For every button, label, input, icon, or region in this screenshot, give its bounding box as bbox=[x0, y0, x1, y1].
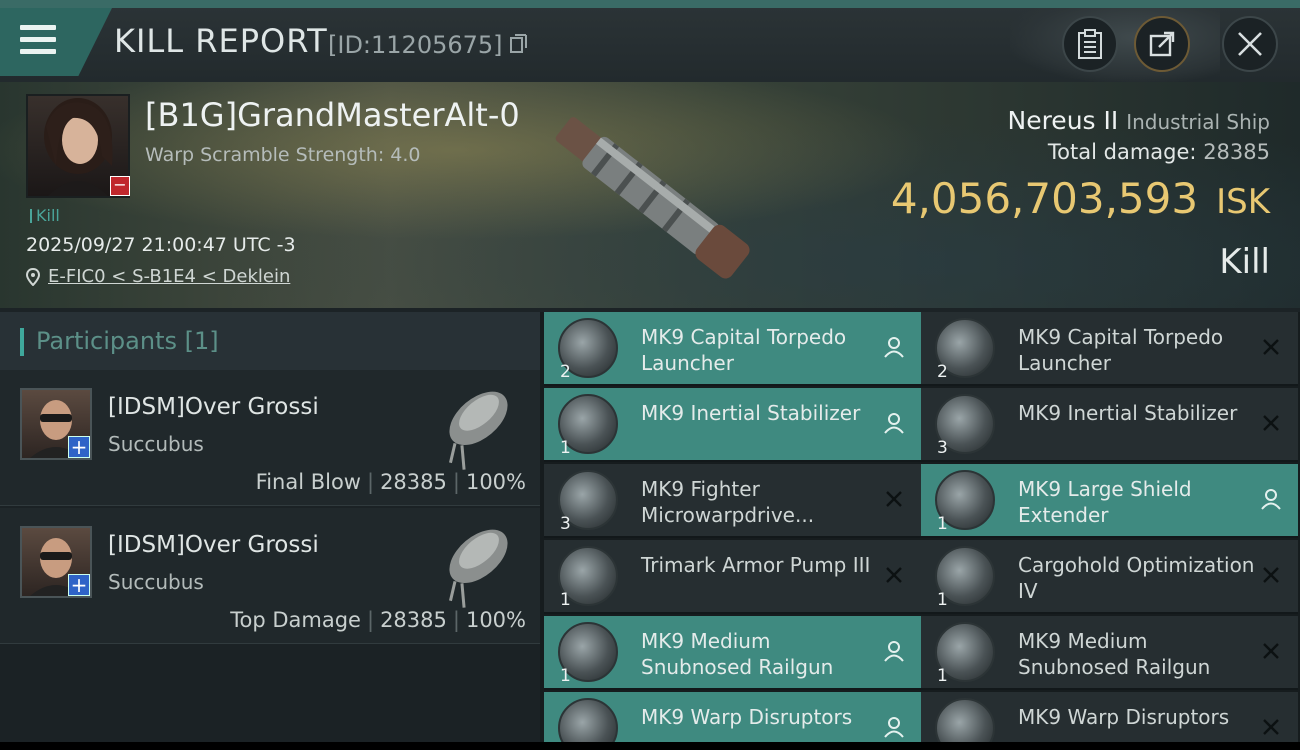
participants-panel: Participants [1] + [IDSM]Over Grossi Succu… bbox=[0, 312, 540, 750]
person-icon bbox=[884, 641, 904, 662]
participant-row[interactable]: + [IDSM]Over Grossi Succubus Final Blow | 283… bbox=[0, 370, 540, 506]
clipboard-button[interactable] bbox=[1062, 16, 1118, 72]
module-quantity: 3 bbox=[560, 514, 571, 534]
header-accent-line bbox=[0, 0, 1300, 8]
close-icon bbox=[1238, 32, 1262, 56]
module-item[interactable]: 1 MK9 Large Shield Extender bbox=[921, 464, 1298, 538]
kill-tag: Kill bbox=[30, 206, 60, 225]
clipboard-icon bbox=[1078, 29, 1102, 59]
participant-name[interactable]: [IDSM]Over Grossi bbox=[108, 394, 319, 420]
destroyed-x-icon bbox=[1263, 567, 1279, 583]
share-button[interactable] bbox=[1134, 16, 1190, 72]
participant-stats: Top Damage | 28385 | 100% bbox=[230, 608, 526, 632]
module-name: MK9 Medium Snubnosed Railgun bbox=[641, 629, 834, 679]
total-damage: Total damage: 28385 bbox=[1047, 140, 1270, 164]
module-quantity: 3 bbox=[937, 438, 948, 458]
destroyed-x-icon bbox=[1263, 339, 1279, 355]
module-name: MK9 Capital Torpedo Launcher bbox=[1018, 325, 1224, 375]
header-bar: KILL REPORT [ID:11205675] bbox=[0, 0, 1300, 82]
warp-scramble-strength: Warp Scramble Strength: 4.0 bbox=[145, 144, 421, 166]
module-quantity: 1 bbox=[560, 666, 571, 686]
close-button[interactable] bbox=[1222, 16, 1278, 72]
participant-damage: 28385 bbox=[380, 470, 447, 494]
module-item[interactable]: 1 MK9 Inertial Stabilizer bbox=[544, 388, 921, 462]
share-icon bbox=[1149, 31, 1175, 57]
copy-icon[interactable] bbox=[510, 34, 528, 54]
ship-image bbox=[555, 117, 750, 279]
report-id: [ID:11205675] bbox=[328, 31, 528, 59]
module-item[interactable]: 1 MK9 Medium Snubnosed Railgun bbox=[544, 616, 921, 690]
menu-button[interactable] bbox=[0, 8, 112, 76]
victim-ship[interactable]: Nereus II Industrial Ship bbox=[1008, 106, 1271, 135]
module-list: 2 MK9 Capital Torpedo Launcher 2 MK9 Capita… bbox=[540, 312, 1300, 750]
module-quantity: 1 bbox=[937, 666, 948, 686]
bottom-edge bbox=[0, 742, 1300, 750]
module-quantity: 1 bbox=[560, 590, 571, 610]
module-name: MK9 Fighter Microwarpdrive... bbox=[641, 477, 815, 527]
location-text[interactable]: E-FIC0 < S-B1E4 < Deklein bbox=[48, 266, 290, 287]
destroyed-x-icon bbox=[886, 567, 902, 583]
participant-name[interactable]: [IDSM]Over Grossi bbox=[108, 532, 319, 558]
kill-report-screen: KILL REPORT [ID:11205675] − [B1G]GrandMa… bbox=[0, 0, 1300, 750]
participants-header: Participants [1] bbox=[0, 312, 540, 370]
participant-ship: Succubus bbox=[108, 570, 204, 594]
participants-title: Participants [1] bbox=[36, 327, 219, 355]
person-icon bbox=[1261, 489, 1281, 510]
person-icon bbox=[884, 413, 904, 434]
module-name: Trimark Armor Pump III bbox=[641, 553, 871, 577]
participant-row[interactable]: + [IDSM]Over Grossi Succubus Top Damage | 283… bbox=[0, 508, 540, 644]
participant-percent: 100% bbox=[465, 470, 526, 494]
module-name: MK9 Warp Disruptors bbox=[641, 705, 853, 729]
module-item[interactable]: 3 MK9 Fighter Microwarpdrive... bbox=[544, 464, 921, 538]
person-icon bbox=[884, 337, 904, 358]
victim-name[interactable]: [B1G]GrandMasterAlt-0 bbox=[145, 96, 520, 134]
kill-datetime: 2025/09/27 21:00:47 UTC -3 bbox=[26, 234, 296, 256]
module-name: MK9 Warp Disruptors bbox=[1018, 705, 1230, 729]
module-name: MK9 Medium Snubnosed Railgun bbox=[1018, 629, 1211, 679]
module-quantity: 1 bbox=[560, 438, 571, 458]
module-quantity: 2 bbox=[937, 362, 948, 382]
module-name: Cargohold Optimization IV bbox=[1018, 553, 1255, 603]
isk-value: 4,056,703,593 ISK bbox=[890, 174, 1270, 223]
person-icon bbox=[884, 717, 904, 738]
module-item[interactable]: 3 MK9 Inertial Stabilizer bbox=[921, 388, 1298, 462]
participant-damage: 28385 bbox=[380, 608, 447, 632]
module-name: MK9 Inertial Stabilizer bbox=[1018, 401, 1238, 425]
module-item[interactable]: 1 Cargohold Optimization IV bbox=[921, 540, 1298, 614]
participant-ship: Succubus bbox=[108, 432, 204, 456]
location-pin-icon bbox=[26, 267, 40, 286]
participant-ship-image[interactable] bbox=[430, 514, 526, 610]
participant-stats: Final Blow | 28385 | 100% bbox=[255, 470, 526, 494]
location-link[interactable]: E-FIC0 < S-B1E4 < Deklein bbox=[26, 266, 290, 287]
module-item[interactable]: 2 MK9 Capital Torpedo Launcher bbox=[921, 312, 1298, 386]
module-name: MK9 Capital Torpedo Launcher bbox=[641, 325, 847, 375]
participant-role: Final Blow bbox=[255, 470, 361, 494]
module-item[interactable]: 1 Trimark Armor Pump III bbox=[544, 540, 921, 614]
destroyed-x-icon bbox=[1263, 643, 1279, 659]
participant-role: Top Damage bbox=[230, 608, 361, 632]
participant-ship-image[interactable] bbox=[430, 376, 526, 472]
module-name: MK9 Inertial Stabilizer bbox=[641, 401, 861, 425]
module-name: MK9 Large Shield Extender bbox=[1018, 477, 1192, 527]
module-quantity: 2 bbox=[560, 362, 571, 382]
hostile-badge: − bbox=[110, 176, 130, 196]
module-item[interactable]: 2 MK9 Capital Torpedo Launcher bbox=[544, 312, 921, 386]
destroyed-x-icon bbox=[1263, 415, 1279, 431]
participant-percent: 100% bbox=[465, 608, 526, 632]
kill-result: Kill bbox=[1219, 242, 1270, 282]
module-item[interactable]: 1 MK9 Medium Snubnosed Railgun bbox=[921, 616, 1298, 690]
page-title: KILL REPORT bbox=[114, 22, 328, 60]
friendly-badge: + bbox=[68, 436, 90, 458]
module-quantity: 1 bbox=[937, 514, 948, 534]
victim-banner: − [B1G]GrandMasterAlt-0 Warp Scramble St… bbox=[0, 82, 1300, 308]
destroyed-x-icon bbox=[1263, 719, 1279, 735]
destroyed-x-icon bbox=[886, 491, 902, 507]
friendly-badge: + bbox=[68, 574, 90, 596]
module-quantity: 1 bbox=[937, 590, 948, 610]
